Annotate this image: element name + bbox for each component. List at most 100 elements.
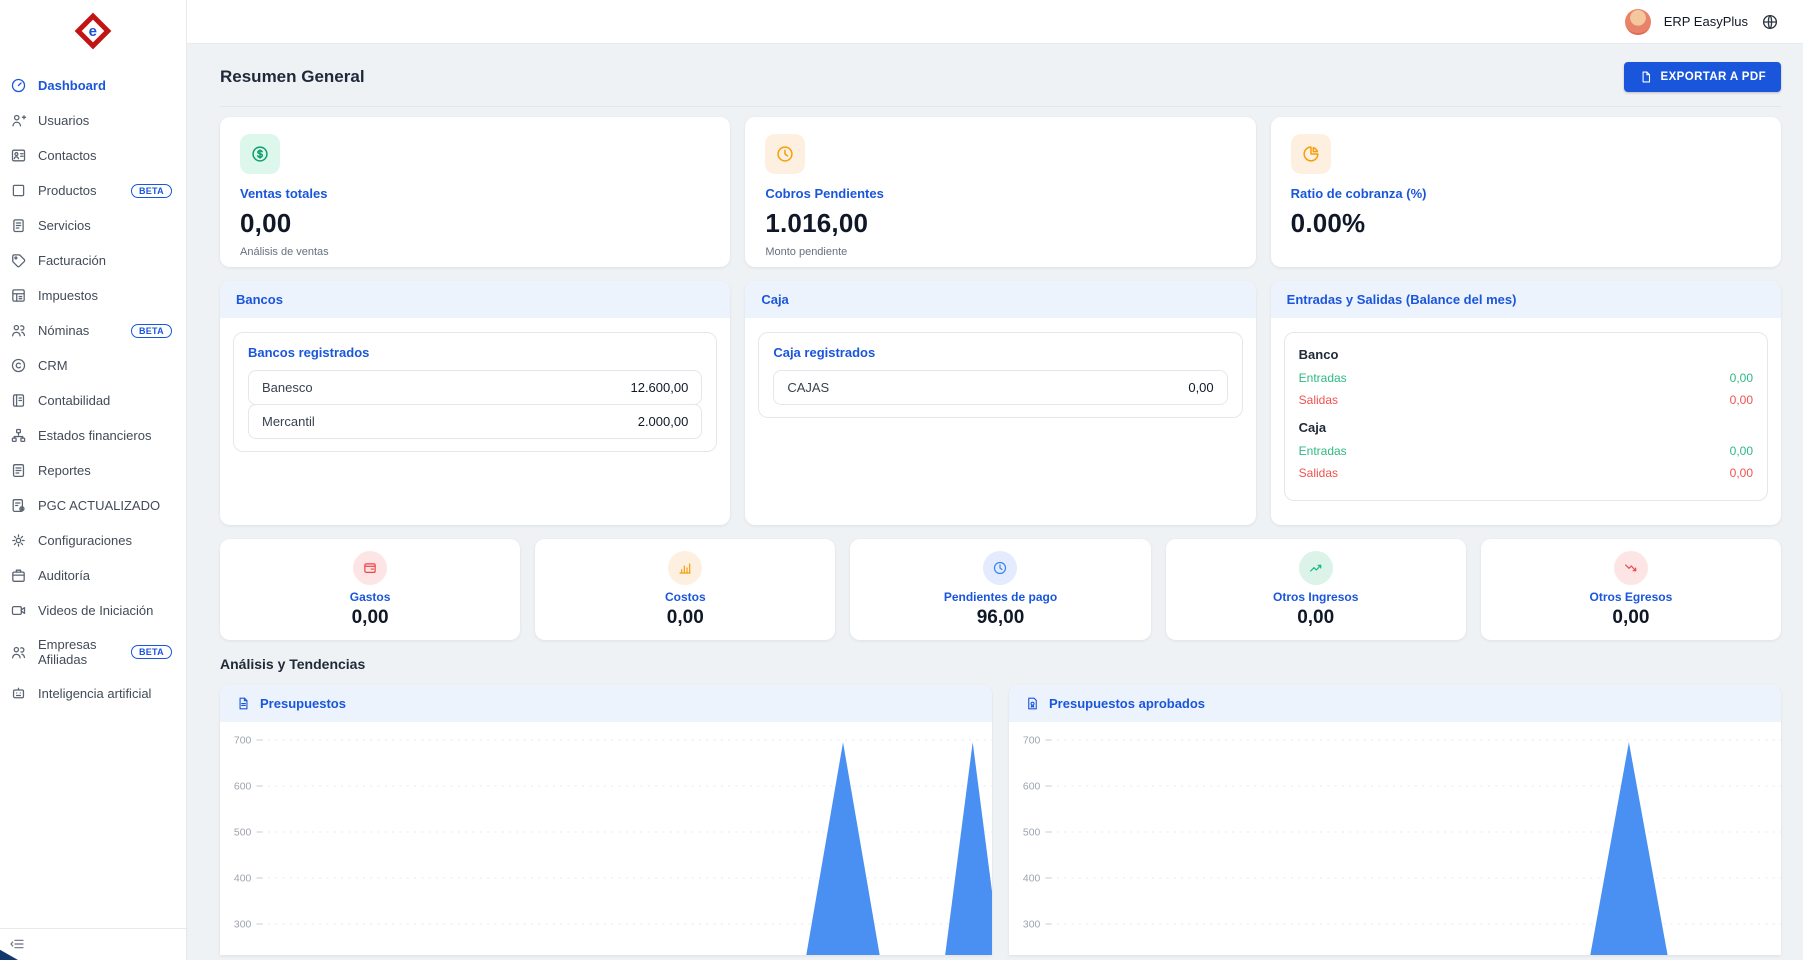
doc-gear-icon — [10, 497, 27, 514]
topbar: ERP EasyPlus — [187, 0, 1803, 44]
ledger-icon — [10, 392, 27, 409]
mini-card-1: Costos0,00 — [535, 539, 835, 640]
sidebar-item-label: Estados financieros — [38, 428, 151, 443]
sidebar-item-empresas-afiliadas[interactable]: Empresas AfiliadasBETA — [0, 628, 186, 676]
sidebar-item-label: Impuestos — [38, 288, 98, 303]
caja-rows: CAJAS0,00 — [773, 370, 1227, 405]
user-avatar[interactable] — [1625, 9, 1651, 35]
stats-row: Ventas totales0,00Análisis de ventasCobr… — [220, 117, 1781, 267]
sidebar-item-configuraciones[interactable]: Configuraciones — [0, 523, 186, 558]
trend-down-icon — [1623, 560, 1639, 576]
stat-card-value: 0.00% — [1291, 208, 1761, 239]
bank-row-amount: 12.600,00 — [630, 380, 688, 395]
stat-card-title: Ventas totales — [240, 186, 710, 201]
sidebar-item-reportes[interactable]: Reportes — [0, 453, 186, 488]
user-add-icon — [10, 112, 27, 129]
sidebar-item-contabilidad[interactable]: Contabilidad — [0, 383, 186, 418]
mini-card-value: 0,00 — [1297, 607, 1334, 629]
sidebar-item-facturacion[interactable]: Facturación — [0, 243, 186, 278]
beta-badge: BETA — [131, 324, 172, 338]
mini-card-title: Pendientes de pago — [944, 590, 1057, 604]
user-group-icon — [10, 644, 27, 661]
brand-logo[interactable]: e — [0, 0, 186, 62]
sidebar-collapse-button[interactable] — [9, 936, 25, 952]
stat-card-value: 0,00 — [240, 208, 710, 239]
user-name: ERP EasyPlus — [1664, 14, 1748, 29]
sidebar-item-servicios[interactable]: Servicios — [0, 208, 186, 243]
sidebar-item-nominas[interactable]: Nóminas BETA — [0, 313, 186, 348]
clock-icon-box — [765, 134, 805, 174]
mini-card-2: Pendientes de pago96,00 — [850, 539, 1150, 640]
sidebar-item-label: Nóminas — [38, 323, 89, 338]
caja-inner-title: Caja registrados — [773, 345, 1227, 360]
sidebar-item-pgc-actualizado[interactable]: PGC ACTUALIZADO — [0, 488, 186, 523]
beta-badge: BETA — [131, 184, 172, 198]
brand-logo-diamond: e — [75, 13, 112, 50]
bank-row: Banesco 12.600,00 — [248, 370, 702, 405]
balance-row-label: Salidas — [1299, 466, 1338, 480]
panels-row: Bancos Bancos registrados Banesco 12.600,… — [220, 281, 1781, 525]
svg-text:500: 500 — [234, 828, 252, 839]
sidebar-item-usuarios[interactable]: Usuarios — [0, 103, 186, 138]
bancos-card-header: Bancos — [220, 281, 730, 318]
balance-inner-panel: Banco Entradas0,00 Salidas 0,00 Caja Entradas… — [1284, 332, 1768, 501]
balance-row-label: Entradas — [1299, 444, 1347, 458]
caja-card-header: Caja — [745, 281, 1255, 318]
export-pdf-button[interactable]: EXPORTAR A PDF — [1624, 62, 1781, 92]
bank-row-name: Banesco — [262, 380, 313, 395]
sidebar-item-dashboard[interactable]: Dashboard — [0, 68, 186, 103]
bank-row: Mercantil2.000,00 — [248, 404, 702, 439]
sidebar-item-label: Auditoría — [38, 568, 90, 583]
svg-text:700: 700 — [1023, 736, 1041, 747]
sidebar-item-inteligencia-artificial[interactable]: Inteligencia artificial — [0, 676, 186, 711]
caja-row: CAJAS0,00 — [773, 370, 1227, 405]
mini-card-title: Otros Egresos — [1590, 590, 1673, 604]
sidebar: e Dashboard Usuarios ContactosProductosBET… — [0, 0, 187, 960]
svg-text:700: 700 — [234, 736, 252, 747]
sidebar-item-estados-financieros[interactable]: Estados financieros — [0, 418, 186, 453]
sidebar-item-productos[interactable]: ProductosBETA — [0, 173, 186, 208]
sidebar-item-crm[interactable]: CRM — [0, 348, 186, 383]
mini-card-title: Gastos — [350, 590, 391, 604]
bancos-inner-panel: Bancos registrados Banesco 12.600,00 Merca… — [233, 332, 717, 452]
caja-row-name: CAJAS — [787, 380, 829, 395]
sidebar-item-label: Inteligencia artificial — [38, 686, 151, 701]
sidebar-item-label: Empresas Afiliadas — [38, 637, 120, 667]
svg-text:400: 400 — [234, 874, 252, 885]
balance-group-title: Banco — [1299, 347, 1753, 362]
bar-chart-icon — [677, 560, 693, 576]
bank-row-name: Mercantil — [262, 414, 315, 429]
pdf-file-icon — [1639, 70, 1653, 84]
export-pdf-label: EXPORTAR A PDF — [1661, 71, 1766, 83]
sidebar-item-label: PGC ACTUALIZADO — [38, 498, 160, 513]
sidebar-item-videos-de-iniciacion[interactable]: Videos de Iniciación — [0, 593, 186, 628]
mini-card-3: Otros Ingresos 0,00 — [1166, 539, 1466, 640]
sidebar-item-label: Facturación — [38, 253, 106, 268]
mini-card-value: 0,00 — [1612, 607, 1649, 629]
pie-icon-box — [1291, 134, 1331, 174]
dashboard-icon — [10, 77, 27, 94]
dollar-circle-icon — [250, 144, 270, 164]
brand-logo-letter: e — [89, 24, 97, 39]
balance-row-entradas: Entradas0,00 — [1299, 371, 1753, 385]
balance-group-caja: CajaEntradas0,00Salidas0,00 — [1299, 420, 1753, 480]
sidebar-item-label: Contabilidad — [38, 393, 110, 408]
gear-icon — [10, 532, 27, 549]
clock-icon-circle — [983, 551, 1017, 585]
page-content: Resumen General EXPORTAR A PDF Ventas to… — [187, 44, 1803, 960]
clock-icon — [775, 144, 795, 164]
balance-row-value: 0,00 — [1730, 393, 1753, 407]
balance-row-label: Salidas — [1299, 393, 1338, 407]
sidebar-item-label: Dashboard — [38, 78, 106, 93]
bancos-inner-title: Bancos registrados — [248, 345, 702, 360]
sidebar-item-auditoria[interactable]: Auditoría — [0, 558, 186, 593]
sidebar-item-impuestos[interactable]: Impuestos — [0, 278, 186, 313]
mini-card-title: Otros Ingresos — [1273, 590, 1358, 604]
sidebar-item-contactos[interactable]: Contactos — [0, 138, 186, 173]
chart-card-header: Presupuestos aprobados — [1009, 685, 1781, 722]
sidebar-item-label: Usuarios — [38, 113, 89, 128]
mini-stats-row: Gastos 0,00 Costos0,00Pendientes de pago96… — [220, 539, 1781, 640]
globe-icon[interactable] — [1761, 13, 1779, 31]
balance-group-title: Caja — [1299, 420, 1753, 435]
bancos-rows: Banesco 12.600,00 Mercantil2.000,00 — [248, 370, 702, 439]
